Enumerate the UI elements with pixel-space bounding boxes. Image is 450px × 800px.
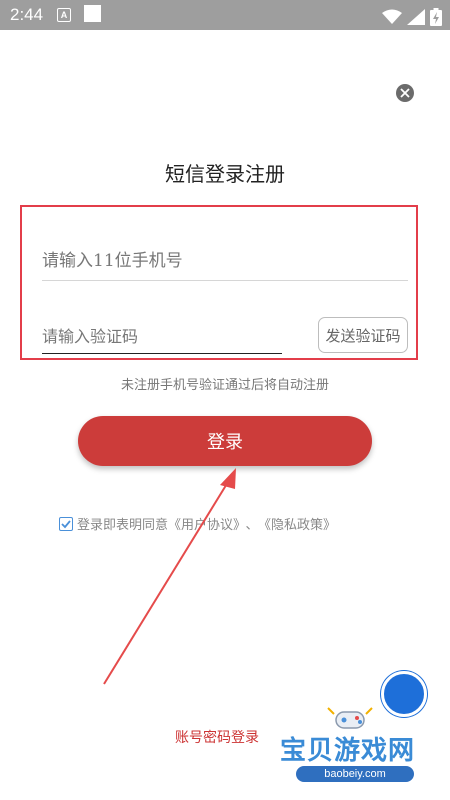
privacy-policy-link[interactable]: 《隐私政策》 (265, 518, 337, 533)
gamepad-icon (327, 707, 373, 729)
battery-icon (430, 7, 442, 26)
agreement-row: 登录即表明同意《用户协议》、《隐私政策》 (59, 514, 336, 534)
site-watermark: 宝贝游戏网 baobeiy.com (270, 700, 450, 800)
wifi-icon (381, 9, 402, 24)
status-bar: 2:44 A (0, 0, 450, 30)
notification-icon: A (57, 8, 71, 22)
close-button[interactable] (396, 84, 414, 102)
agreement-checkbox[interactable] (59, 516, 73, 531)
phone-input[interactable] (42, 242, 408, 281)
login-button[interactable]: 登录 (78, 416, 372, 466)
agreement-separator: 、 (245, 518, 259, 533)
agreement-prefix: 登录即表明同意 (77, 518, 169, 533)
notification-square-icon (84, 5, 101, 22)
status-time: 2:44 (10, 5, 44, 24)
auto-register-hint: 未注册手机号验证通过后将自动注册 (120, 378, 329, 393)
watermark-title: 宝贝游戏网 (280, 736, 416, 766)
page-title: 短信登录注册 (165, 162, 285, 186)
login-form: 发送验证码 (20, 205, 418, 360)
check-icon (61, 519, 71, 528)
close-icon (400, 88, 410, 98)
send-code-button[interactable]: 发送验证码 (318, 317, 408, 353)
watermark-url: baobeiy.com (296, 766, 414, 782)
user-agreement-link[interactable]: 《用户协议》 (168, 518, 240, 533)
verification-code-input[interactable] (42, 319, 282, 354)
account-password-login-link[interactable]: 账号密码登录 (175, 727, 259, 747)
status-icons (381, 6, 442, 26)
signal-icon (406, 8, 425, 25)
annotation-arrow (103, 468, 236, 685)
